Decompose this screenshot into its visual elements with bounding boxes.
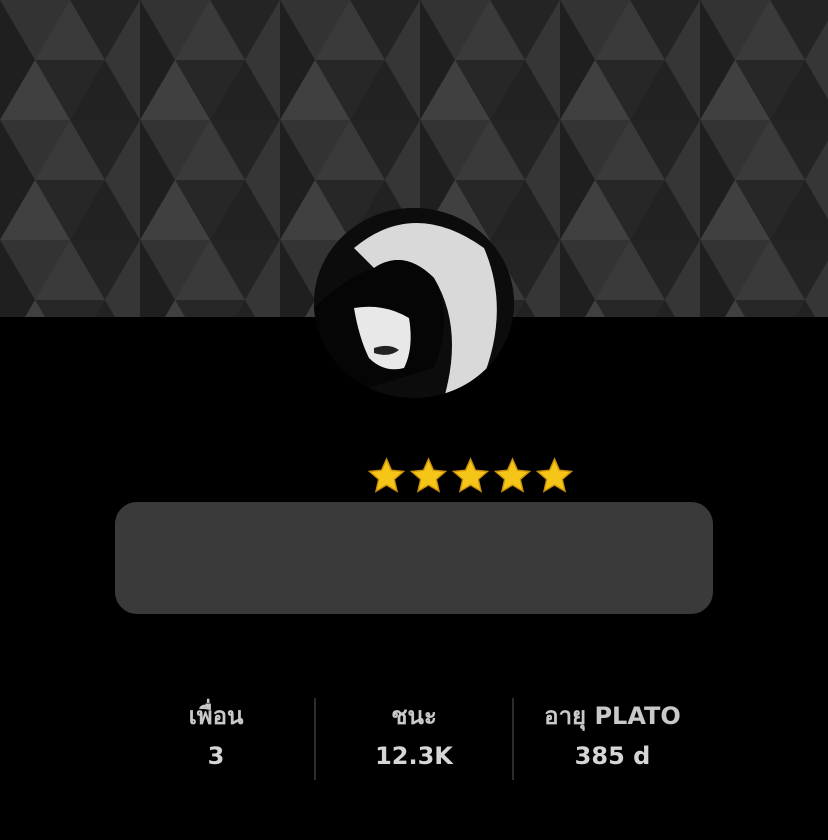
rating-stars (366, 454, 578, 498)
star-icon (535, 457, 574, 493)
status-box[interactable] (115, 502, 713, 614)
star-icon (493, 457, 532, 493)
stat-plato-age: อายุ PLATO 385 d (514, 694, 711, 780)
stat-wins: ชนะ 12.3K (316, 694, 512, 780)
stat-plato-age-value: 385 d (574, 742, 651, 770)
star-icon (451, 457, 490, 493)
stat-friends[interactable]: เพื่อน 3 (117, 694, 315, 780)
stat-friends-value: 3 (207, 742, 225, 770)
star-icon (409, 457, 448, 493)
avatar[interactable] (314, 208, 514, 398)
profile-stats: เพื่อน 3 ชนะ 12.3K อายุ PLATO 385 d (117, 694, 711, 780)
stat-wins-value: 12.3K (375, 742, 453, 770)
stat-wins-label: ชนะ (391, 702, 437, 730)
stat-friends-label: เพื่อน (188, 702, 244, 730)
stat-plato-age-label: อายุ PLATO (544, 702, 681, 730)
star-icon (367, 457, 406, 493)
